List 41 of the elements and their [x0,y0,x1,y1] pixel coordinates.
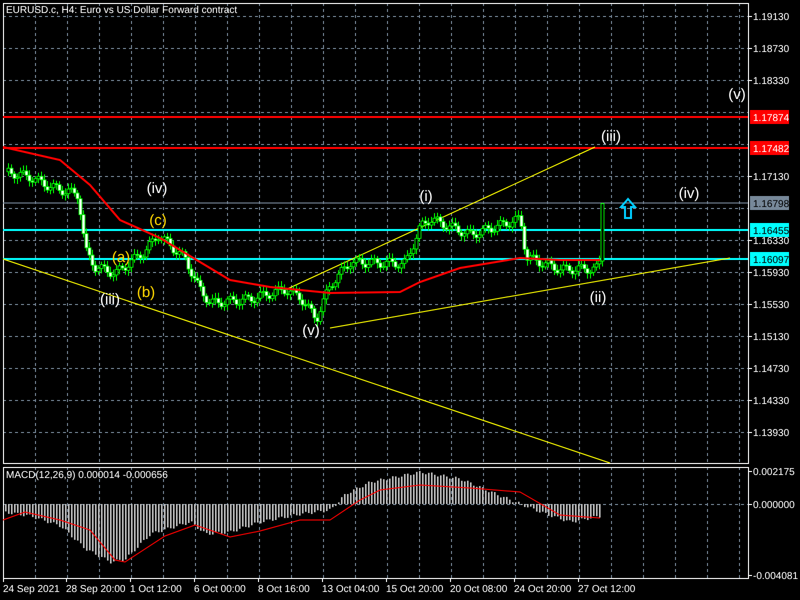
price-axis-label: 1.14730 [753,364,790,375]
price-axis-label: 1.13930 [753,428,790,439]
wave-label: (v) [728,86,746,103]
price-tag: 1.16798 [750,196,790,210]
time-axis-label: 24 Oct 20:00 [514,584,572,595]
price-tag: 1.16455 [750,223,790,237]
chart-title: EURUSD.c, H4: Euro vs US Dollar Forward contract [6,5,238,16]
price-tag: 1.17482 [750,141,790,155]
wave-label: (iv) [146,180,168,197]
wave-label: (ii) [590,289,606,306]
wave-label: (iv) [678,185,700,202]
time-axis-label: 1 Oct 12:00 [130,584,182,595]
time-axis-label: 24 Sep 2021 [3,584,60,595]
wave-label: (c) [149,212,167,229]
price-axis-label: 1.15130 [753,332,790,343]
wave-label: (iii) [601,128,621,145]
wave-label: (i) [419,188,433,205]
price-tag: 1.16097 [750,252,790,266]
price-axis-label: 1.14330 [753,396,790,407]
time-axis-label: 27 Oct 12:00 [578,584,636,595]
time-axis-label: 13 Oct 04:00 [322,584,380,595]
time-axis-label: 6 Oct 00:00 [194,584,246,595]
price-axis-label: 1.15930 [753,268,790,279]
price-axis-label: 1.17130 [753,172,790,183]
wave-label: (b) [136,284,156,301]
time-axis-label: 20 Oct 08:00 [450,584,508,595]
time-axis-label: 8 Oct 16:00 [258,584,310,595]
time-axis-label: 28 Sep 20:00 [66,584,126,595]
indicator-axis-label: -0.004081 [753,571,798,582]
wave-label: (v) [302,322,320,339]
price-tag: 1.17874 [750,110,790,124]
price-axis-label: 1.19130 [753,12,790,23]
wave-label: (iii) [100,291,120,308]
price-axis-label: 1.18730 [753,44,790,55]
price-axis-label: 1.16330 [753,236,790,247]
indicator-title: MACD(12,26,9) 0.000014 -0.000656 [6,470,168,481]
price-axis-label: 1.18330 [753,76,790,87]
time-axis-label: 15 Oct 20:00 [386,584,444,595]
indicator-axis-label: 0.002175 [753,467,795,478]
price-axis-label: 1.15530 [753,300,790,311]
indicator-axis-label: 0.000000 [753,500,795,511]
